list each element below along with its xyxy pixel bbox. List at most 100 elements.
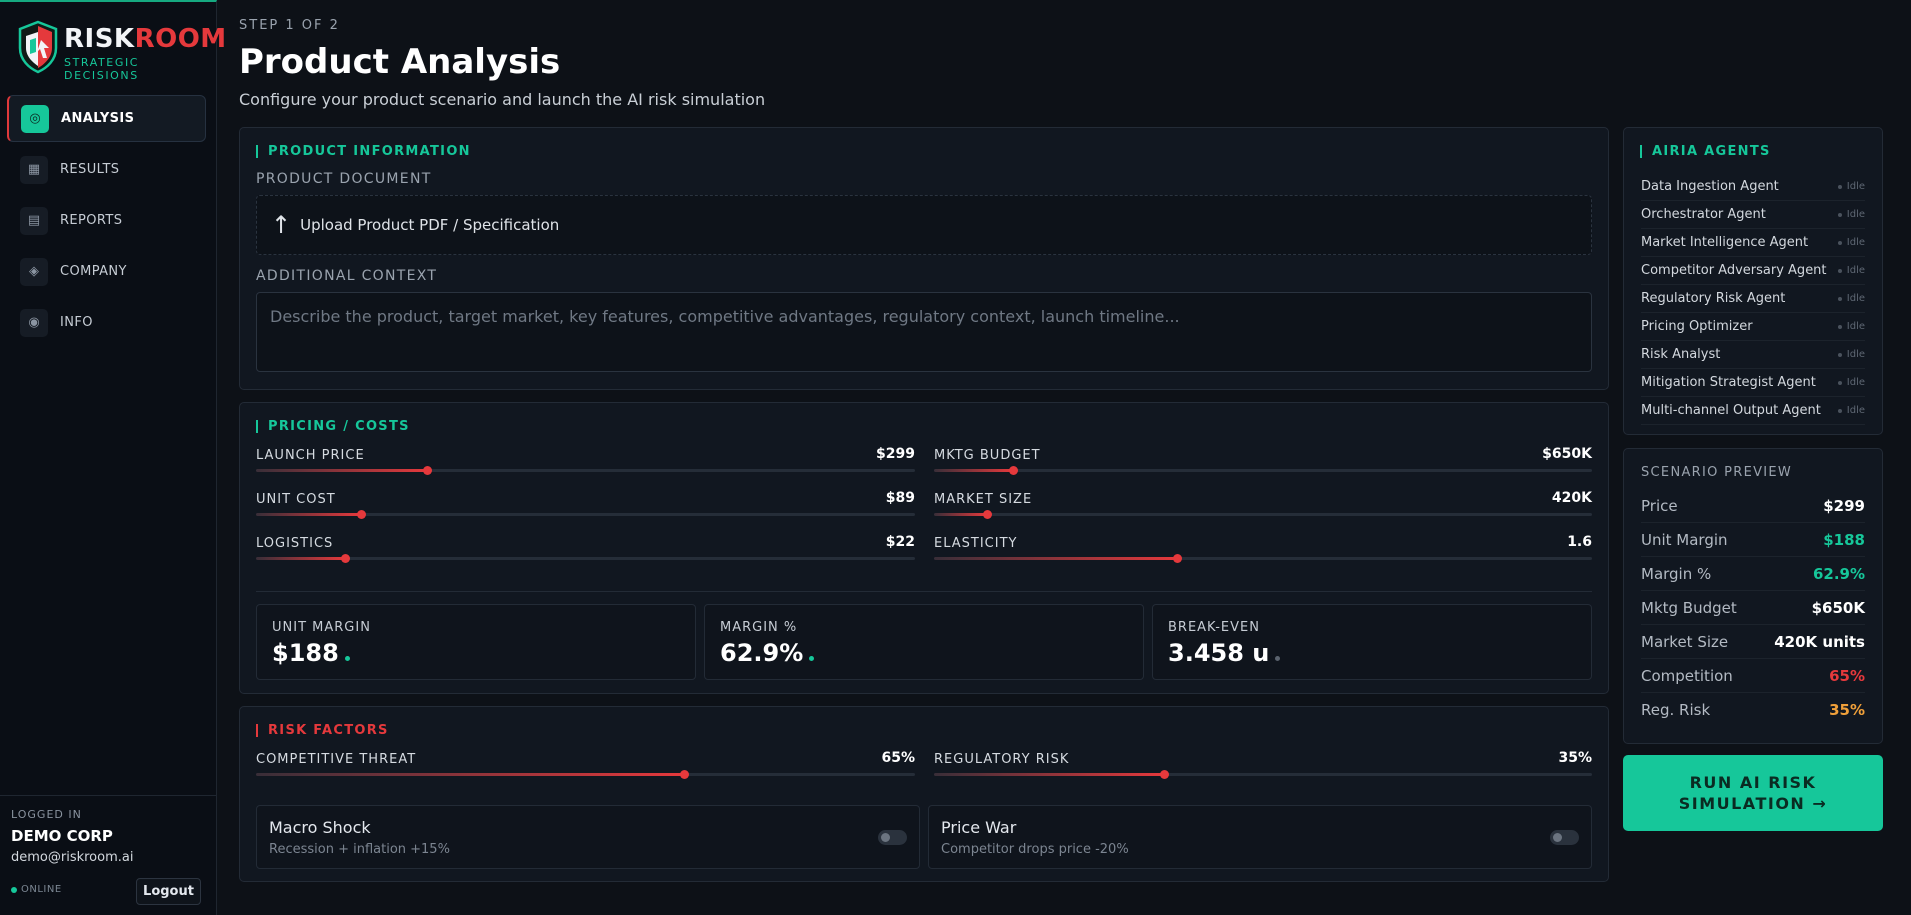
slider-fill — [256, 513, 362, 516]
slider-track[interactable] — [256, 466, 915, 475]
toggle-title: Macro Shock — [269, 818, 371, 837]
diamond-icon: ◈ — [20, 257, 48, 286]
slider-fill — [934, 469, 1013, 472]
agent-name: Orchestrator Agent — [1641, 207, 1766, 222]
preview-key: Margin % — [1641, 564, 1712, 583]
slider-label: LOGISTICS — [256, 536, 334, 551]
agent-row: Market Intelligence Agent Idle — [1641, 229, 1865, 257]
product-information-panel: PRODUCT INFORMATION PRODUCT DOCUMENT ↑ U… — [239, 127, 1609, 390]
slider-elasticity[interactable]: ELASTICITY 1.6 — [934, 534, 1592, 566]
agent-name: Data Ingestion Agent — [1641, 179, 1779, 194]
agent-status-text: Idle — [1846, 237, 1865, 248]
slider-competitive-threat[interactable]: COMPETITIVE THREAT 65% — [256, 750, 915, 782]
context-textarea[interactable]: Describe the product, target market, key… — [256, 292, 1592, 372]
stat-value-text: $188 — [272, 639, 339, 667]
sidebar-item-info[interactable]: ◉ INFO — [7, 299, 206, 346]
sidebar-item-analysis[interactable]: ◎ ANALYSIS — [7, 95, 206, 142]
status-dot-icon — [1837, 408, 1842, 413]
slider-value: $299 — [876, 446, 915, 462]
slider-value: 65% — [881, 750, 915, 766]
slider-value: 1.6 — [1567, 534, 1592, 550]
slider-value: 35% — [1558, 750, 1592, 766]
brand-logo[interactable]: RISKROOM STRATEGIC DECISIONS — [16, 20, 226, 82]
slider-unit-cost[interactable]: UNIT COST $89 — [256, 490, 915, 522]
run-button-line1: RUN AI RISK — [1689, 773, 1817, 792]
slider-thumb[interactable] — [680, 770, 690, 779]
status-dot-icon — [1837, 184, 1842, 189]
preview-row-reg-risk: Reg. Risk 35% — [1641, 693, 1865, 727]
agent-name: Risk Analyst — [1641, 347, 1721, 362]
slider-track[interactable] — [934, 510, 1592, 519]
sidebar-item-reports[interactable]: ▤ REPORTS — [7, 197, 206, 244]
scenario-preview-panel: SCENARIO PREVIEW Price $299 Unit Margin $18… — [1623, 448, 1883, 744]
preview-key: Reg. Risk — [1641, 701, 1711, 719]
page-title: Product Analysis — [239, 42, 561, 82]
slider-thumb[interactable] — [340, 554, 350, 563]
agent-row: Regulatory Risk Agent Idle — [1641, 285, 1865, 313]
agent-row: Risk Analyst Idle — [1641, 341, 1865, 369]
brand-name: RISKROOM — [64, 24, 227, 54]
agent-status-text: Idle — [1846, 377, 1865, 388]
sidebar-item-label: REPORTS — [60, 213, 123, 228]
status-dot-icon — [1837, 240, 1842, 245]
slider-market-size[interactable]: MARKET SIZE 420K — [934, 490, 1592, 522]
toggle-switch[interactable] — [878, 830, 907, 845]
slider-label: COMPETITIVE THREAT — [256, 752, 417, 767]
slider-track[interactable] — [256, 554, 915, 563]
slider-thumb[interactable] — [1160, 770, 1170, 779]
online-dot-icon — [11, 886, 17, 893]
sidebar-item-label: ANALYSIS — [61, 111, 135, 126]
preview-value: 420K units — [1774, 632, 1865, 651]
stat-label: UNIT MARGIN — [272, 620, 371, 635]
info-circle-icon: ◉ — [20, 308, 48, 337]
additional-context-label: ADDITIONAL CONTEXT — [256, 268, 438, 284]
slider-logistics[interactable]: LOGISTICS $22 — [256, 534, 915, 566]
slider-regulatory-risk[interactable]: REGULATORY RISK 35% — [934, 750, 1592, 782]
slider-track[interactable] — [256, 510, 915, 519]
slider-thumb[interactable] — [1008, 466, 1018, 475]
logout-button[interactable]: Logout — [136, 878, 201, 905]
preview-row-unit-margin: Unit Margin $188 — [1641, 523, 1865, 557]
agent-name: Competitor Adversary Agent — [1641, 263, 1827, 278]
slider-launch-price[interactable]: LAUNCH PRICE $299 — [256, 446, 915, 478]
agent-row: Competitor Adversary Agent Idle — [1641, 257, 1865, 285]
slider-thumb[interactable] — [982, 510, 992, 519]
toggle-switch[interactable] — [1550, 830, 1579, 845]
agent-status-text: Idle — [1846, 349, 1865, 360]
slider-label: UNIT COST — [256, 492, 336, 507]
agent-status: Idle — [1837, 293, 1865, 304]
slider-track[interactable] — [934, 554, 1592, 563]
slider-value: 420K — [1551, 490, 1592, 506]
toggle-knob — [1553, 833, 1562, 842]
preview-value: 35% — [1829, 701, 1865, 719]
slider-thumb[interactable] — [1173, 554, 1183, 563]
upload-dropzone[interactable]: ↑ Upload Product PDF / Specification — [256, 195, 1592, 255]
slider-track[interactable] — [934, 770, 1592, 779]
stat-break-even: BREAK-EVEN 3.458 u — [1152, 604, 1592, 680]
slider-thumb[interactable] — [423, 466, 433, 475]
agent-name: Multi-channel Output Agent — [1641, 403, 1821, 418]
sidebar-item-results[interactable]: ▦ RESULTS — [7, 146, 206, 193]
risk-factors-heading: RISK FACTORS — [256, 724, 389, 737]
agent-status: Idle — [1837, 405, 1865, 416]
preview-key: Mktg Budget — [1641, 598, 1737, 617]
run-simulation-button[interactable]: RUN AI RISK SIMULATION → — [1623, 755, 1883, 831]
step-indicator: STEP 1 OF 2 — [239, 18, 340, 33]
slider-label: LAUNCH PRICE — [256, 448, 365, 463]
slider-mktg-budget[interactable]: MKTG BUDGET $650K — [934, 446, 1592, 478]
preview-key: Competition — [1641, 666, 1733, 685]
user-panel: LOGGED IN DEMO CORP demo@riskroom.ai ONL… — [0, 795, 216, 915]
user-email: demo@riskroom.ai — [11, 850, 134, 865]
slider-track[interactable] — [256, 770, 915, 779]
toggle-title: Price War — [941, 818, 1017, 837]
pricing-costs-panel: PRICING / COSTS LAUNCH PRICE $299 MKTG BUD… — [239, 402, 1609, 694]
agent-status: Idle — [1837, 349, 1865, 360]
slider-thumb[interactable] — [357, 510, 367, 519]
slider-value: $650K — [1542, 446, 1592, 462]
sidebar-item-company[interactable]: ◈ COMPANY — [7, 248, 206, 295]
grid-icon: ▦ — [20, 155, 48, 184]
slider-track[interactable] — [934, 466, 1592, 475]
agent-status-text: Idle — [1846, 321, 1865, 332]
slider-value: $22 — [885, 534, 915, 550]
agent-status: Idle — [1837, 181, 1865, 192]
